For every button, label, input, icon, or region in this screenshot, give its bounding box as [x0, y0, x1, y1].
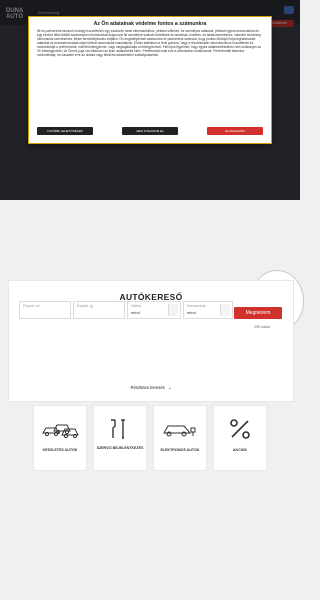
cookie-reject-button[interactable]: NEM FOGADOM EL [122, 127, 178, 135]
body-type-select[interactable]: Karosszéria mind [183, 301, 233, 319]
year-to-field[interactable]: Évjárat -ig [73, 301, 125, 319]
cookie-text: Mi és partnereink tárolunk és/vagy hozzá… [37, 29, 261, 57]
search-button[interactable]: Megnézem [234, 307, 282, 319]
tile-label: SZERVIZ BEJELENTKEZÉS [96, 446, 144, 450]
result-count: 358 találat [254, 325, 271, 329]
service-booking-tile[interactable]: SZERVIZ BEJELENTKEZÉS [93, 405, 147, 471]
detailed-search-link[interactable]: Részletes keresés ⌄ [9, 385, 293, 390]
quick-links: KÉSZLETES AUTÓK SZERVIZ BEJELENTKEZÉS EL… [33, 405, 267, 471]
year-from-field[interactable]: Évjárat -tól [19, 301, 71, 319]
cookie-accept-button[interactable]: ELFOGADOM [207, 127, 263, 135]
brand-select[interactable]: Márka mind [127, 301, 181, 319]
electric-car-icon [163, 425, 196, 437]
cookie-details-button[interactable]: TOVÁBBI LEHETŐSÉGEK [37, 127, 93, 135]
stock-cars-tile[interactable]: KÉSZLETES AUTÓK [33, 405, 87, 471]
chevron-down-icon [220, 304, 230, 316]
tile-label: AKCIÓK [232, 448, 248, 452]
offers-tile[interactable]: AKCIÓK [213, 405, 267, 471]
chevron-down-icon [168, 304, 178, 316]
car-search-card: AUTÓKERESŐ Évjárat -tól Évjárat -ig Márk… [8, 280, 294, 402]
content-gap [0, 200, 300, 286]
cookie-title: Az Ön adatainak védelme fontos a számunk… [93, 21, 207, 27]
detailed-search-label: Részletes keresés [130, 385, 165, 390]
cars-icon [42, 424, 79, 439]
tile-label: KÉSZLETES AUTÓK [42, 448, 78, 452]
tile-label: ELEKTROMOS AUTÓK [160, 448, 200, 452]
cookie-buttons: TOVÁBBI LEHETŐSÉGEK NEM FOGADOM EL ELFOG… [37, 127, 263, 137]
wrench-screwdriver-icon [111, 419, 125, 439]
electric-cars-tile[interactable]: ELEKTROMOS AUTÓK [153, 405, 207, 471]
chevron-down-icon: ⌄ [167, 385, 172, 390]
hero-background: DUNA AUTÓ Elérhetőség Szervizbe jelentke… [0, 0, 300, 200]
percent-icon [230, 419, 250, 439]
cookie-consent-dialog: Az Ön adatainak védelme fontos a számunk… [28, 16, 272, 144]
